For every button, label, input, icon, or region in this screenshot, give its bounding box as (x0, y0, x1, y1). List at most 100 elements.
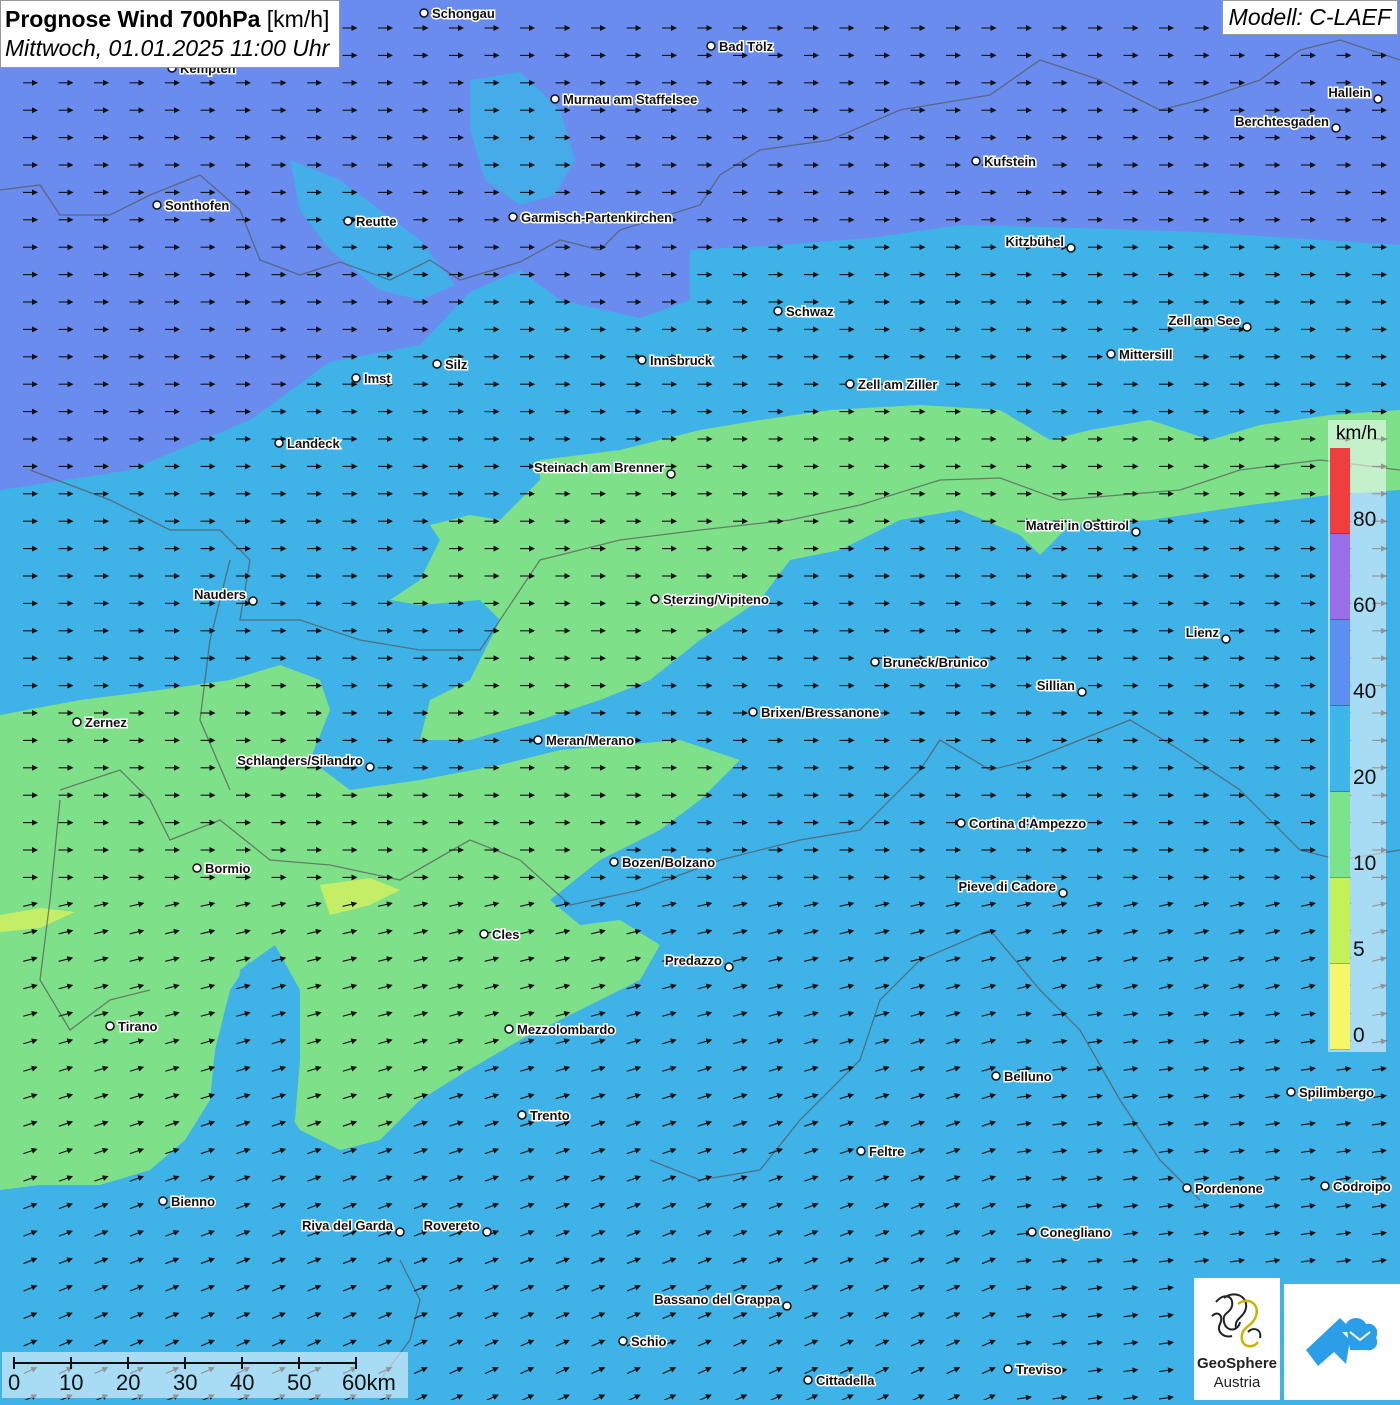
city-marker-icon (706, 41, 716, 51)
city-marker-icon (609, 857, 619, 867)
legend-label-20: 20 (1353, 766, 1377, 789)
city-label: Bassano del Grappa (654, 1292, 780, 1307)
geosphere-logo-icon (1211, 1293, 1262, 1348)
city-label: Schwaz (786, 304, 834, 319)
city-marker-icon (1182, 1183, 1192, 1193)
city-label: Mittersill (1119, 347, 1172, 362)
geosphere-logo[interactable]: GeoSphere Austria (1194, 1278, 1280, 1400)
map-title-bold: Prognose Wind 700hPa (5, 6, 261, 32)
city-marker-icon (782, 1301, 792, 1311)
city-label: Murnau am Staffelsee (563, 92, 697, 107)
legend-label-80: 80 (1353, 508, 1377, 531)
legend-seg-20 (1330, 706, 1350, 792)
city-label: Codroipo (1333, 1179, 1391, 1194)
city-marker-icon (748, 707, 758, 717)
city-label: Schongau (432, 6, 495, 21)
city-label: Zell am Ziller (858, 377, 937, 392)
city-marker-icon (517, 1110, 527, 1120)
city-marker-icon (1221, 634, 1231, 644)
city-marker-icon (158, 1196, 168, 1206)
city-marker-icon (666, 469, 676, 479)
legend-label-10: 10 (1353, 852, 1377, 875)
city-marker-icon (856, 1146, 866, 1156)
wind-map[interactable]: SchongauBad TölzKemptenMurnau am Staffel… (0, 0, 1400, 1400)
city-label: Hallein (1328, 85, 1371, 100)
city-marker-icon (419, 8, 429, 18)
city-marker-icon (956, 818, 966, 828)
city-marker-icon (1027, 1227, 1037, 1237)
city-marker-icon (395, 1227, 405, 1237)
legend-unit: km/h (1336, 423, 1378, 444)
city-marker-icon (365, 762, 375, 772)
city-marker-icon (1320, 1181, 1330, 1191)
city-label: Predazzo (665, 953, 722, 968)
legend-seg-5 (1330, 878, 1350, 964)
city-marker-icon (105, 1021, 115, 1031)
city-marker-icon (1077, 687, 1087, 697)
city-label: Schio (631, 1334, 666, 1349)
city-marker-icon (550, 94, 560, 104)
city-label: Sillian (1037, 678, 1075, 693)
city-label: Cles (492, 927, 519, 942)
city-marker-icon (1373, 94, 1383, 104)
city-label: Innsbruck (650, 353, 713, 368)
city-marker-icon (192, 863, 202, 873)
city-label: Berchtesgaden (1235, 114, 1329, 129)
logo-name-line2: Austria (1213, 1374, 1261, 1391)
city-marker-icon (991, 1071, 1001, 1081)
legend-label-60: 60 (1353, 594, 1377, 617)
city-label: Schlanders/Silandro (237, 753, 363, 768)
app-logo[interactable] (1284, 1284, 1400, 1400)
scale-label-30: 30 (173, 1370, 198, 1395)
city-label: Lienz (1186, 625, 1220, 640)
city-label: Matrei in Osttirol (1026, 518, 1129, 533)
city-marker-icon (870, 657, 880, 667)
city-label: Silz (445, 357, 468, 372)
legend-seg-0 (1330, 964, 1350, 1050)
city-marker-icon (432, 359, 442, 369)
city-label: Reutte (356, 214, 396, 229)
legend-seg-40 (1330, 620, 1350, 706)
city-label: Mezzolombardo (517, 1022, 615, 1037)
city-label: Trento (530, 1108, 570, 1123)
scale-label-10: 10 (59, 1370, 84, 1395)
city-label: Tirano (118, 1019, 158, 1034)
city-label: Zernez (85, 715, 127, 730)
city-marker-icon (152, 200, 162, 210)
scale-label-50: 50 (287, 1370, 312, 1395)
city-marker-icon (637, 355, 647, 365)
city-label: Sterzing/Vipiteno (663, 592, 769, 607)
city-label: Sonthofen (165, 198, 229, 213)
scale-label-0: 0 (8, 1370, 21, 1395)
city-label: Pieve di Cadore (958, 879, 1056, 894)
city-marker-icon (971, 156, 981, 166)
city-marker-icon (1106, 349, 1116, 359)
city-label: Spilimbergo (1299, 1085, 1374, 1100)
map-date: Mittwoch, 01.01.2025 11:00 Uhr (5, 35, 330, 61)
legend-label-0: 0 (1353, 1024, 1365, 1047)
city-label: Landeck (287, 436, 341, 451)
city-marker-icon (724, 962, 734, 972)
city-marker-icon (1286, 1087, 1296, 1097)
city-label: Conegliano (1040, 1225, 1111, 1240)
legend-label-5: 5 (1353, 938, 1365, 961)
city-label: Pordenone (1195, 1181, 1263, 1196)
city-marker-icon (650, 594, 660, 604)
city-label: Kufstein (984, 154, 1036, 169)
city-label: Cittadella (816, 1373, 875, 1388)
city-marker-icon (482, 1227, 492, 1237)
city-label: Bormio (205, 861, 251, 876)
city-marker-icon (1131, 527, 1141, 537)
city-label: Treviso (1016, 1362, 1062, 1377)
city-marker-icon (803, 1375, 813, 1385)
city-marker-icon (1058, 888, 1068, 898)
city-marker-icon (1066, 243, 1076, 253)
city-label: Bienno (171, 1194, 215, 1209)
city-label: Imst (364, 371, 391, 386)
city-label: Kitzbühel (1006, 234, 1065, 249)
city-label: Bad Tölz (719, 39, 774, 54)
city-label: Bozen/Bolzano (622, 855, 715, 870)
legend-bar (1330, 448, 1350, 1050)
city-label: Belluno (1004, 1069, 1052, 1084)
city-label: Cortina d'Ampezzo (969, 816, 1086, 831)
